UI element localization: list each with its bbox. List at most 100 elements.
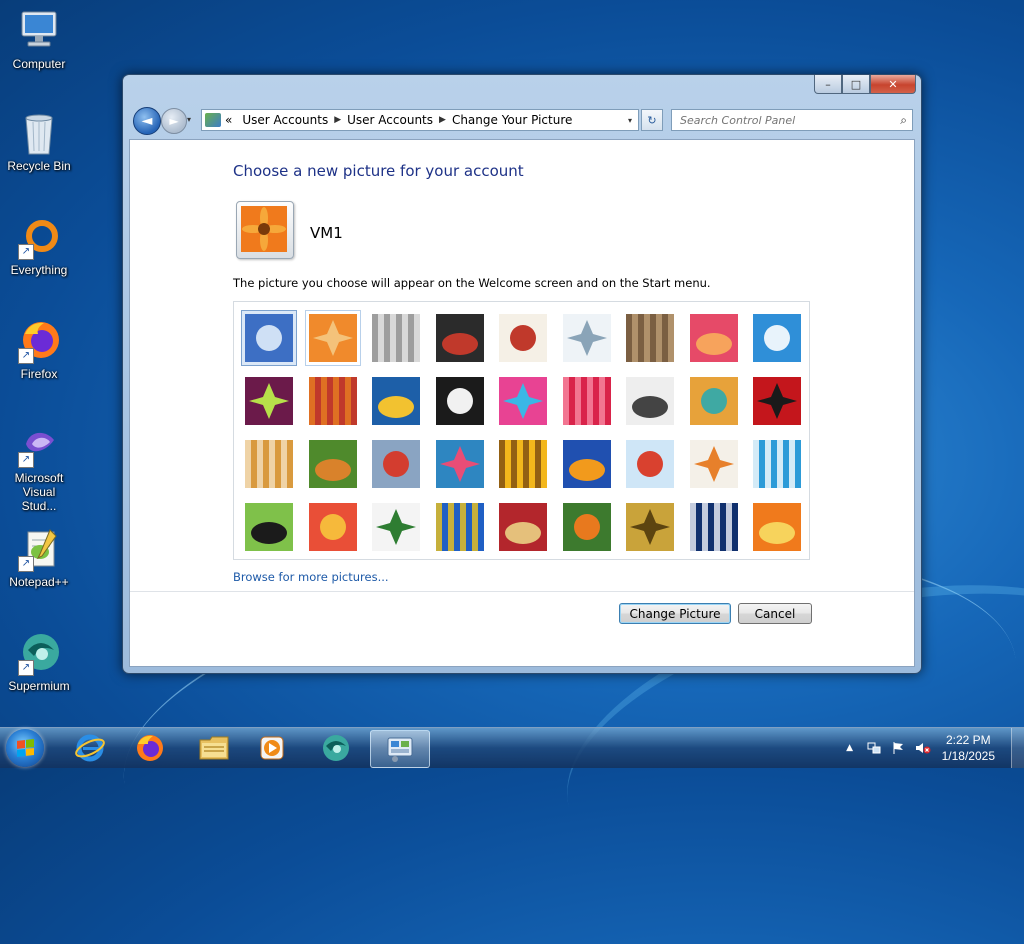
picture-option-textile[interactable] xyxy=(499,503,547,551)
action-center-flag-icon[interactable] xyxy=(891,741,905,755)
roller-coaster-thumbnail xyxy=(245,314,293,362)
browse-more-pictures-link[interactable]: Browse for more pictures... xyxy=(233,570,389,584)
picture-option-sunflower[interactable] xyxy=(499,440,547,488)
volume-muted-icon[interactable] xyxy=(915,741,931,755)
picture-option-origami-crane[interactable] xyxy=(753,377,801,425)
minimize-button[interactable]: – xyxy=(814,75,842,94)
picture-option-dog[interactable] xyxy=(435,377,484,425)
search-box[interactable]: ⌕ xyxy=(671,109,913,131)
picture-option-pomeranian[interactable] xyxy=(308,440,357,488)
desktop-icon-everything[interactable]: ↗ Everything xyxy=(4,214,74,277)
picture-option-lucky-cat[interactable] xyxy=(499,314,547,362)
taskbar-supermium[interactable] xyxy=(310,730,362,766)
picture-option-lighthouse[interactable] xyxy=(689,503,738,551)
breadcrumb-item[interactable]: User Accounts xyxy=(242,113,328,127)
picture-option-fabric[interactable] xyxy=(308,377,357,425)
picture-option-ball[interactable] xyxy=(245,377,293,425)
cancel-button[interactable]: Cancel xyxy=(738,603,812,624)
breadcrumb-separator-icon[interactable]: ▶ xyxy=(439,115,446,125)
desktop-icon-recycle-bin[interactable]: Recycle Bin xyxy=(4,110,74,173)
current-picture-frame xyxy=(236,201,294,259)
notepad-plus-plus-icon: ↗ xyxy=(16,526,62,572)
spiral-shell-thumbnail xyxy=(626,503,674,551)
picture-option-striped-cloth[interactable] xyxy=(308,503,357,551)
visual-studio-icon: ↗ xyxy=(16,422,62,468)
picture-option-robot[interactable] xyxy=(372,440,420,488)
clock[interactable]: 2:22 PM 1/18/2025 xyxy=(942,732,995,764)
picture-option-starfish[interactable] xyxy=(304,310,361,366)
stairs-thumbnail xyxy=(689,377,738,425)
picture-option-butterfly[interactable] xyxy=(562,503,611,551)
desktop-icon-visual-studio[interactable]: ↗ Microsoft Visual Stud... xyxy=(4,422,74,513)
picture-option-pink-flower[interactable] xyxy=(689,314,738,362)
change-picture-button[interactable]: Change Picture xyxy=(619,603,731,624)
show-hidden-icons-button[interactable]: ▲ xyxy=(843,741,857,755)
network-icon[interactable] xyxy=(867,741,881,755)
firefox-icon: ↗ xyxy=(16,318,62,364)
picture-option-crayons[interactable] xyxy=(499,377,547,425)
picture-option-stairs[interactable] xyxy=(689,377,738,425)
jacks-thumbnail xyxy=(626,377,674,425)
taskbar-file-explorer[interactable] xyxy=(188,730,240,766)
picture-option-window[interactable] xyxy=(435,503,484,551)
desktop-icon-supermium[interactable]: ↗ Supermium xyxy=(4,630,74,693)
picture-option-soccer-ball[interactable] xyxy=(245,503,293,551)
recent-pages-dropdown[interactable]: ▾ xyxy=(187,115,191,124)
breadcrumb-item[interactable]: User Accounts xyxy=(347,113,433,127)
daruma-doll-thumbnail xyxy=(689,440,738,488)
taskbar-control-panel[interactable] xyxy=(370,730,430,768)
close-button[interactable]: ✕ xyxy=(870,75,916,94)
picture-option-hot-air-balloon[interactable] xyxy=(626,440,674,488)
breadcrumb-overflow[interactable]: « xyxy=(225,113,232,127)
taskbar-firefox[interactable] xyxy=(124,730,176,766)
soccer-ball-thumbnail xyxy=(245,503,293,551)
picture-option-record-player[interactable] xyxy=(435,314,484,362)
taskbar-media-player[interactable] xyxy=(246,730,298,766)
picture-option-guitar[interactable] xyxy=(245,440,293,488)
picture-option-gyroscope[interactable] xyxy=(562,314,611,362)
computer-icon xyxy=(16,8,62,54)
desktop-icon-computer[interactable]: Computer xyxy=(4,8,74,71)
internet-explorer-icon xyxy=(75,734,105,762)
picture-option-star-lantern[interactable] xyxy=(562,377,611,425)
origami-crane-thumbnail xyxy=(753,377,801,425)
window-controls: – □ ✕ xyxy=(814,75,916,94)
maximize-button[interactable]: □ xyxy=(842,75,870,94)
sunflower-thumbnail xyxy=(499,440,547,488)
picture-description: The picture you choose will appear on th… xyxy=(233,276,711,290)
start-button[interactable] xyxy=(6,729,44,767)
picture-option-jacks[interactable] xyxy=(626,377,674,425)
picture-option-spiral-shell[interactable] xyxy=(626,503,674,551)
picture-option-robot-toy[interactable] xyxy=(372,314,420,362)
robot-thumbnail xyxy=(372,440,420,488)
breadcrumb-item[interactable]: Change Your Picture xyxy=(452,113,572,127)
picture-option-marbles[interactable] xyxy=(372,503,420,551)
refresh-button[interactable]: ↻ xyxy=(641,109,663,131)
search-icon[interactable]: ⌕ xyxy=(900,113,907,128)
show-desktop-button[interactable] xyxy=(1011,728,1024,768)
address-bar[interactable]: « User Accounts ▶ User Accounts ▶ Change… xyxy=(201,109,639,131)
breadcrumb-separator-icon[interactable]: ▶ xyxy=(334,115,341,125)
star-lantern-thumbnail xyxy=(562,377,611,425)
striped-cloth-thumbnail xyxy=(308,503,357,551)
picture-option-orange-flower[interactable] xyxy=(753,503,801,551)
desktop-icon-firefox[interactable]: ↗ Firefox xyxy=(4,318,74,381)
shortcut-arrow-icon: ↗ xyxy=(18,660,34,676)
picture-option-sailboat[interactable] xyxy=(753,440,801,488)
taskbar: ▲ 2:22 PM 1/18/2025 xyxy=(0,727,1024,768)
search-input[interactable] xyxy=(678,112,882,128)
picture-option-fish[interactable] xyxy=(562,440,611,488)
picture-option-leaf[interactable] xyxy=(372,377,420,425)
forward-button[interactable]: ► xyxy=(161,108,187,134)
starfish-thumbnail xyxy=(308,314,357,362)
back-button[interactable]: ◄ xyxy=(133,107,161,135)
address-dropdown-icon[interactable]: ▾ xyxy=(628,116,632,125)
taskbar-internet-explorer[interactable] xyxy=(64,730,116,766)
picture-option-pinwheel[interactable] xyxy=(753,314,801,362)
desktop-icon-notepad-plus-plus[interactable]: ↗ Notepad++ xyxy=(4,526,74,589)
picture-option-roller-coaster[interactable] xyxy=(241,310,297,366)
picture-option-daruma-doll[interactable] xyxy=(689,440,738,488)
picture-option-scarves[interactable] xyxy=(435,440,484,488)
desktop-icon-label: Everything xyxy=(10,263,68,277)
picture-option-kitten[interactable] xyxy=(626,314,674,362)
